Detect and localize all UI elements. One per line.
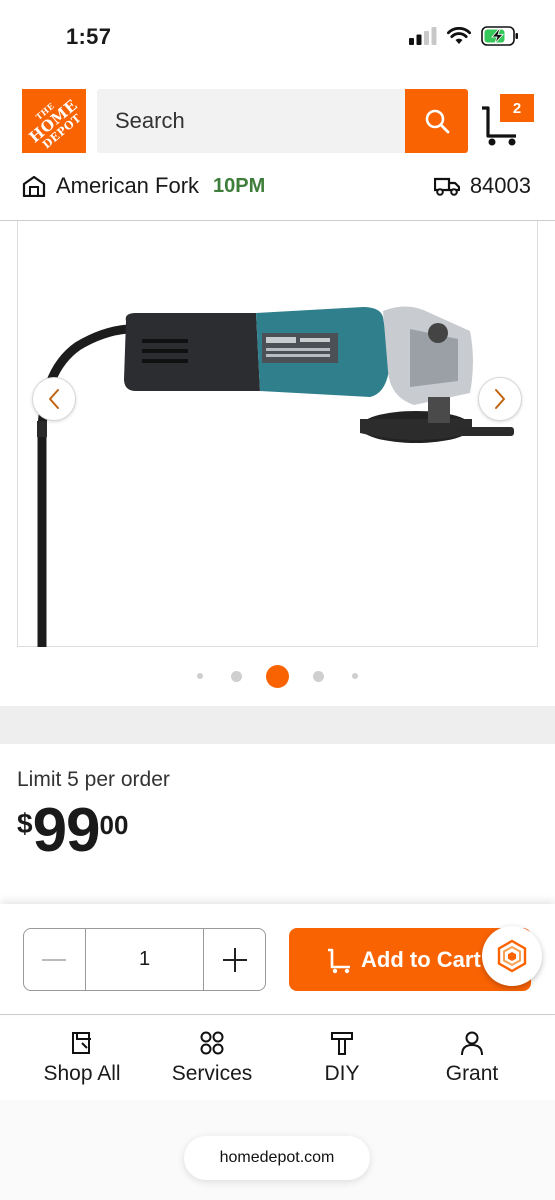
- search-button[interactable]: [405, 89, 468, 153]
- cart-count-badge: 2: [500, 94, 534, 122]
- services-icon: [200, 1031, 224, 1055]
- minus-icon: [42, 958, 67, 961]
- cellular-signal-icon: [409, 27, 437, 45]
- carousel-next-button[interactable]: [478, 377, 522, 421]
- carousel-dot[interactable]: [313, 670, 324, 682]
- store-row[interactable]: American Fork 10PM 84003: [0, 165, 555, 211]
- product-image-carousel[interactable]: [17, 221, 538, 647]
- purchase-limit-text: Limit 5 per order: [17, 768, 170, 791]
- home-depot-logo[interactable]: THE HOME DEPOT: [22, 89, 86, 153]
- carousel-dot-active[interactable]: [266, 664, 289, 688]
- price-dollars: 99: [32, 796, 101, 865]
- header: THE HOME DEPOT 2: [0, 86, 555, 156]
- product-price: $ 99 00: [17, 800, 128, 862]
- nav-label: Services: [171, 1062, 253, 1085]
- chat-assistant-button[interactable]: [482, 926, 542, 986]
- nav-account[interactable]: Grant: [407, 1030, 537, 1086]
- diy-hammer-icon: [331, 1032, 353, 1055]
- store-selector[interactable]: American Fork 10PM: [22, 173, 265, 199]
- plus-icon: [222, 947, 247, 972]
- search-icon: [425, 109, 449, 134]
- hexagon-logo-icon: [497, 939, 527, 973]
- add-to-cart-label: Add to Cart: [361, 946, 481, 972]
- status-bar: 1:57: [0, 0, 555, 72]
- nav-label: DIY: [324, 1062, 360, 1085]
- status-time: 1:57: [66, 24, 112, 49]
- status-icons: [409, 26, 519, 46]
- carousel-dot[interactable]: [352, 673, 358, 679]
- carousel-prev-button[interactable]: [32, 377, 76, 421]
- quantity-value[interactable]: 1: [84, 929, 205, 990]
- cart-icon: [328, 948, 350, 973]
- delivery-truck-icon: [433, 177, 460, 196]
- carousel-pagination: [0, 664, 555, 688]
- price-cents: 00: [99, 810, 129, 840]
- wifi-icon: [447, 27, 471, 44]
- nav-services[interactable]: Services: [147, 1030, 277, 1086]
- nav-shop-all[interactable]: Shop All: [17, 1030, 147, 1086]
- price-currency-symbol: $: [17, 808, 33, 839]
- nav-diy[interactable]: DIY: [277, 1030, 407, 1086]
- carousel-dot[interactable]: [197, 673, 203, 679]
- section-separator-band: [0, 706, 555, 744]
- logo-lettering: THE HOME DEPOT: [22, 89, 86, 153]
- battery-charging-icon: [481, 26, 518, 46]
- store-hours: 10PM: [213, 174, 266, 197]
- bottom-navigation: Shop All Services DIY Grant: [0, 1030, 555, 1100]
- nav-label: Shop All: [43, 1062, 121, 1085]
- person-icon: [461, 1031, 483, 1056]
- store-name: American Fork: [56, 173, 200, 198]
- chevron-right-icon: [495, 389, 505, 409]
- product-image-angle-grinder: [37, 306, 514, 647]
- quantity-increase-button[interactable]: [204, 929, 265, 990]
- quantity-decrease-button[interactable]: [24, 929, 85, 990]
- add-to-cart-bar: 1 Add to Cart: [0, 904, 555, 1014]
- quantity-stepper: 1: [23, 928, 266, 991]
- nav-divider: [0, 1014, 555, 1015]
- nav-label: Grant: [445, 1062, 499, 1085]
- browser-url-bar[interactable]: homedepot.com: [184, 1136, 370, 1180]
- chevron-left-icon: [49, 389, 59, 409]
- shop-all-icon: [72, 1032, 91, 1054]
- search-input[interactable]: [115, 89, 395, 153]
- cart-button[interactable]: 2: [478, 94, 538, 148]
- carousel-dot[interactable]: [231, 670, 242, 682]
- delivery-zip-selector[interactable]: 84003: [433, 173, 531, 199]
- store-icon: [22, 175, 46, 197]
- search-box: [97, 89, 405, 153]
- delivery-zip: 84003: [469, 173, 531, 198]
